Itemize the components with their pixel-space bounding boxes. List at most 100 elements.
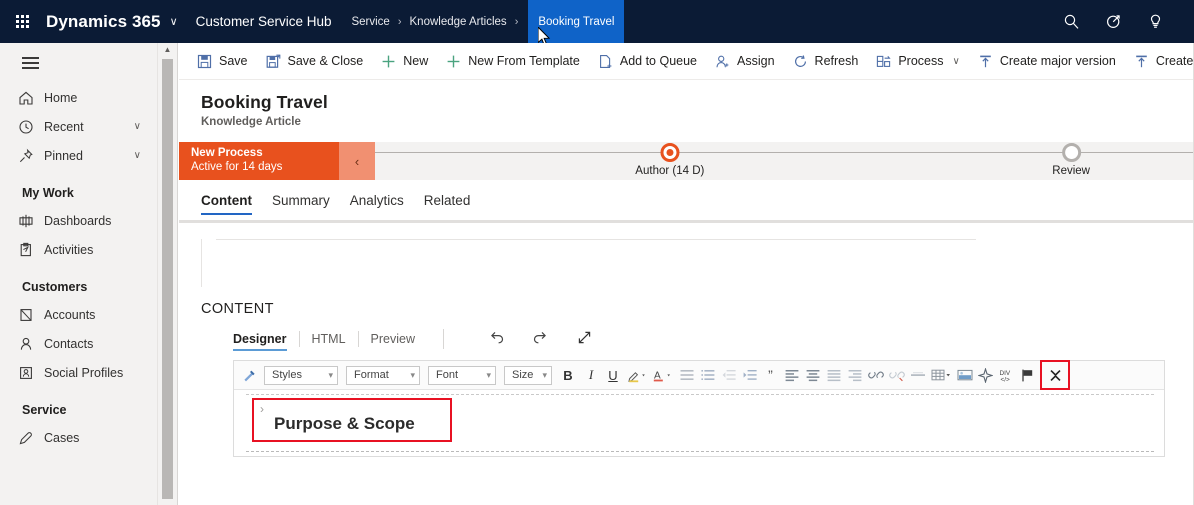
app-launcher-button[interactable] [0, 0, 44, 43]
collapse-toolbar-button[interactable] [1040, 360, 1070, 390]
rich-text-editor: Styles ▾ Format ▾ Font ▾ Size ▾ B I U A … [233, 360, 1165, 457]
increase-indent-button[interactable] [739, 362, 760, 389]
blockquote-icon: ” [768, 367, 773, 383]
font-select[interactable]: Font ▾ [428, 365, 496, 385]
new-from-template-button[interactable]: New From Template [437, 43, 589, 79]
sidebar-item-recent[interactable]: Recent ∨ [0, 112, 157, 141]
stage-node-icon [1061, 143, 1081, 162]
redo-button[interactable] [518, 329, 562, 353]
sidebar-item-contacts[interactable]: Contacts [0, 329, 157, 358]
process-collapse-button[interactable]: ‹ [339, 142, 375, 180]
save-button[interactable]: Save [188, 43, 257, 79]
expand-editor-button[interactable] [562, 329, 606, 353]
breadcrumb-item-knowledge-articles[interactable]: Knowledge Articles [408, 16, 509, 28]
editor-mode-html[interactable]: HTML [312, 332, 358, 351]
rte-content-body[interactable]: › Purpose & Scope [234, 390, 1164, 456]
sidebar-item-pinned[interactable]: Pinned ∨ [0, 141, 157, 170]
account-icon [18, 307, 44, 323]
scroll-up-arrow-icon[interactable]: ▲ [158, 43, 177, 57]
process-name-block[interactable]: New Process Active for 14 days [179, 142, 339, 180]
bold-button[interactable]: B [556, 362, 580, 389]
search-icon[interactable] [1050, 0, 1092, 43]
new-button[interactable]: New [372, 43, 437, 79]
underline-button[interactable]: U [602, 362, 624, 389]
remove-link-button[interactable] [886, 362, 907, 389]
editor-mode-designer[interactable]: Designer [233, 332, 299, 351]
align-left-button[interactable] [781, 362, 802, 389]
record-entity-name: Knowledge Article [201, 116, 301, 128]
insert-image-button[interactable] [954, 362, 975, 389]
tab-related[interactable]: Related [424, 193, 471, 215]
size-select[interactable]: Size ▾ [504, 365, 552, 385]
content-block-outline-top [246, 394, 1154, 395]
align-justify-button[interactable] [823, 362, 844, 389]
add-to-queue-button[interactable]: Add to Queue [589, 43, 706, 79]
sidebar-item-label: Recent [44, 119, 84, 134]
sidebar-item-accounts[interactable]: Accounts [0, 300, 157, 329]
site-map-toggle-button[interactable] [0, 43, 157, 83]
align-center-icon [806, 368, 820, 382]
italic-button[interactable]: I [580, 362, 602, 389]
chevron-right-icon[interactable]: › [260, 402, 264, 416]
editor-mode-preview[interactable]: Preview [371, 332, 427, 351]
create-major-version-button[interactable]: Create major version [969, 43, 1125, 79]
article-heading[interactable]: Purpose & Scope [274, 414, 415, 434]
filter-icon[interactable] [1092, 0, 1134, 43]
app-name[interactable]: Customer Service Hub [196, 14, 332, 29]
editor-mode-switcher: Designer HTML Preview [233, 329, 1194, 353]
process-stage-review[interactable]: Review [1052, 142, 1090, 177]
sidebar-item-home[interactable]: Home [0, 83, 157, 112]
lightbulb-icon[interactable] [1134, 0, 1176, 43]
undo-button[interactable] [474, 329, 518, 353]
scrollbar-thumb[interactable] [162, 59, 173, 499]
blockquote-button[interactable]: ” [760, 362, 781, 389]
decrease-indent-button[interactable] [718, 362, 739, 389]
bold-icon: B [563, 367, 573, 383]
chevron-down-icon[interactable]: ∨ [170, 15, 178, 28]
format-select[interactable]: Format ▾ [346, 365, 420, 385]
align-center-button[interactable] [802, 362, 823, 389]
sidebar-item-cases[interactable]: Cases [0, 423, 157, 452]
top-bar-actions [1050, 0, 1194, 43]
underline-icon: U [608, 367, 618, 383]
align-right-button[interactable] [844, 362, 865, 389]
create-minor-version-button[interactable]: Create minor v [1125, 43, 1194, 79]
chevron-down-icon[interactable]: ∨ [134, 121, 141, 132]
bulleted-list-button[interactable] [676, 362, 697, 389]
horizontal-rule-button[interactable] [907, 362, 928, 389]
align-right-icon [848, 368, 862, 382]
sidebar-item-dashboards[interactable]: Dashboards [0, 206, 157, 235]
breadcrumb-item-service[interactable]: Service [349, 16, 391, 28]
form-tabs: Content Summary Analytics Related [179, 180, 1194, 218]
flag-button[interactable] [1017, 362, 1038, 389]
highlight-color-button[interactable] [624, 362, 650, 389]
sidebar-scrollbar[interactable]: ▲ [158, 43, 178, 505]
insert-link-button[interactable] [865, 362, 886, 389]
refresh-button[interactable]: Refresh [784, 43, 868, 79]
source-code-button[interactable]: DIV </> [996, 362, 1017, 389]
plus-icon [381, 54, 396, 69]
numbered-list-button[interactable] [697, 362, 718, 389]
insert-table-button[interactable] [928, 362, 954, 389]
social-profile-icon [18, 365, 44, 381]
chevron-down-icon[interactable]: ∨ [134, 150, 141, 161]
tab-summary[interactable]: Summary [272, 193, 330, 215]
styles-select[interactable]: Styles ▾ [264, 365, 338, 385]
process-stage-track: Author (14 D) Review [375, 142, 1194, 180]
process-button[interactable]: Process ∨ [867, 43, 968, 79]
format-painter-icon[interactable] [239, 362, 260, 389]
highlight-color-icon [627, 368, 647, 383]
sidebar-item-activities[interactable]: Activities [0, 235, 157, 264]
sidebar-group-my-work: My Work [22, 186, 74, 200]
tab-content[interactable]: Content [201, 193, 252, 215]
font-color-button[interactable]: A [650, 362, 676, 389]
process-stage-author[interactable]: Author (14 D) [635, 142, 704, 177]
upload-icon [1134, 54, 1149, 69]
breadcrumb-item-booking-travel[interactable]: Booking Travel [528, 0, 625, 43]
ai-sparkle-button[interactable] [975, 362, 996, 389]
chevron-down-icon[interactable]: ∨ [952, 56, 959, 67]
assign-button[interactable]: Assign [706, 43, 784, 79]
save-and-close-button[interactable]: Save & Close [257, 43, 373, 79]
tab-analytics[interactable]: Analytics [350, 193, 404, 215]
sidebar-item-social-profiles[interactable]: Social Profiles [0, 358, 157, 387]
